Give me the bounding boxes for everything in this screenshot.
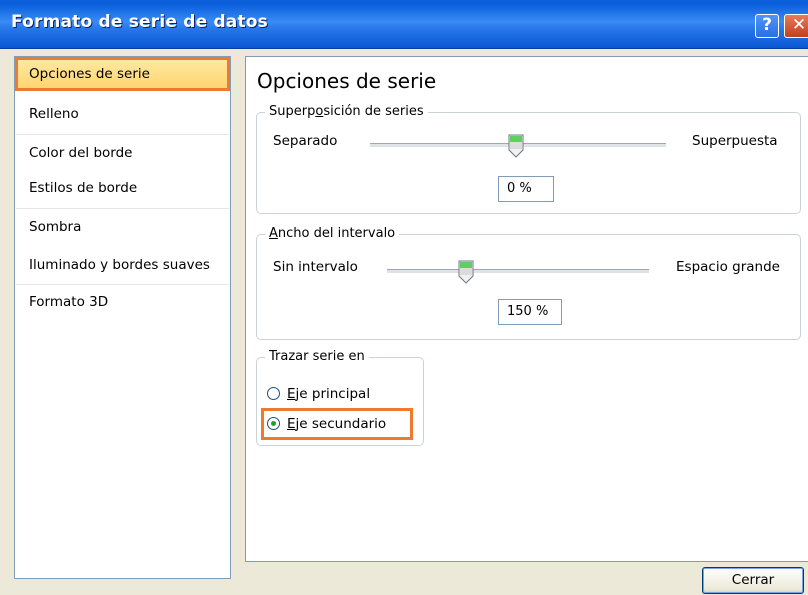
close-button[interactable]: Cerrar xyxy=(702,567,804,594)
gap-slider-thumb[interactable] xyxy=(458,260,474,284)
nav-divider xyxy=(16,208,229,209)
title-bar: Formato de serie de datos ? ✕ xyxy=(0,0,808,49)
panel-title: Opciones de serie xyxy=(257,69,437,93)
gap-min-label: Sin intervalo xyxy=(273,259,358,275)
category-list: Opciones de serie Relleno Color del bord… xyxy=(14,56,231,579)
gap-width-legend: Ancho del intervalo xyxy=(265,226,400,241)
nav-item-fill[interactable]: Relleno xyxy=(16,98,229,130)
overlap-legend: Superposición de series xyxy=(265,104,428,119)
nav-divider xyxy=(16,134,229,135)
nav-divider xyxy=(16,284,229,285)
nav-item-border-styles[interactable]: Estilos de borde xyxy=(16,172,229,204)
nav-item-series-options[interactable]: Opciones de serie xyxy=(15,57,230,91)
primary-axis-radio[interactable] xyxy=(267,387,280,400)
gap-slider-track[interactable] xyxy=(387,269,649,274)
nav-item-3d-format[interactable]: Formato 3D xyxy=(16,286,229,318)
plot-on-legend: Trazar serie en xyxy=(265,349,369,364)
secondary-axis-highlight xyxy=(261,408,413,440)
help-icon[interactable]: ? xyxy=(755,14,779,38)
overlap-value-input[interactable]: 0 % xyxy=(498,176,554,202)
gap-width-group: Ancho del intervalo Sin intervalo Espaci… xyxy=(256,226,801,340)
gap-max-label: Espacio grande xyxy=(676,259,780,275)
primary-axis-option[interactable]: Eje principal xyxy=(267,383,370,405)
gap-value-input[interactable]: 150 % xyxy=(498,299,562,325)
nav-item-shadow[interactable]: Sombra xyxy=(16,211,229,243)
overlap-slider-thumb[interactable] xyxy=(508,134,524,158)
plot-on-group: Trazar serie en Eje principal Eje secund… xyxy=(256,349,424,446)
window-title: Formato de serie de datos xyxy=(11,12,269,32)
options-panel: Opciones de serie Superposición de serie… xyxy=(245,56,808,562)
overlap-min-label: Separado xyxy=(273,133,338,149)
nav-item-glow-soft-edges[interactable]: Iluminado y bordes suaves xyxy=(16,249,229,281)
nav-item-border-color[interactable]: Color del borde xyxy=(16,137,229,169)
close-icon[interactable]: ✕ xyxy=(784,14,808,38)
overlap-group: Superposición de series Separado Superpu… xyxy=(256,104,801,214)
overlap-max-label: Superpuesta xyxy=(692,133,778,149)
